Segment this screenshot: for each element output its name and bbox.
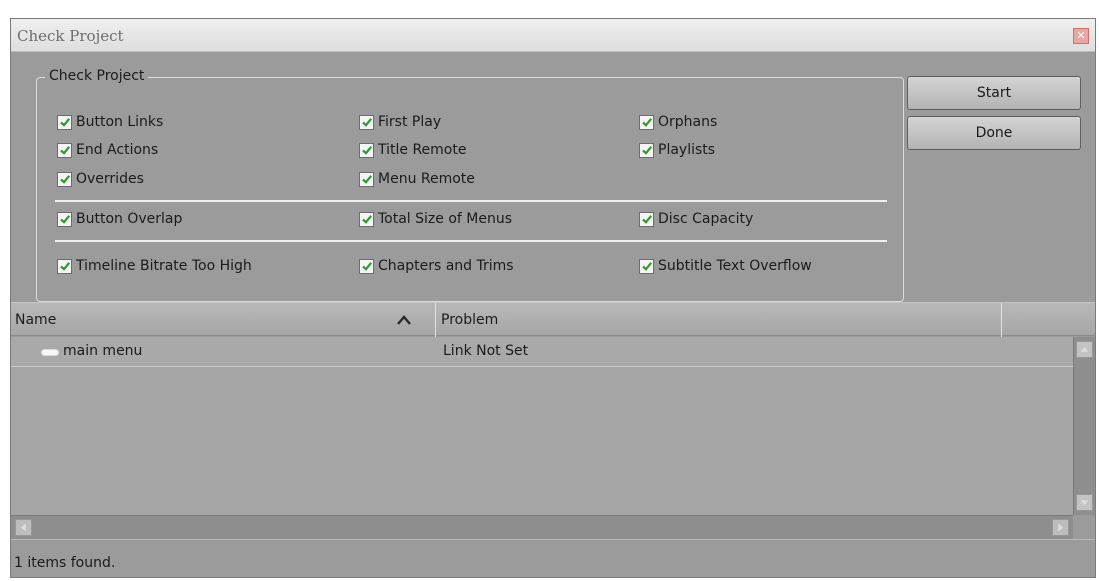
check-mark-icon: [641, 262, 652, 271]
check-mark-icon: [361, 262, 372, 271]
check-mark-icon: [59, 175, 70, 184]
check-mark-icon: [641, 146, 652, 155]
checkbox-box[interactable]: [359, 258, 374, 274]
results-table-header: Name Problem: [11, 302, 1095, 337]
checkbox-button-overlap[interactable]: Button Overlap: [57, 211, 182, 227]
check-mark-icon: [59, 262, 70, 271]
checkbox-label: End Actions: [76, 142, 159, 158]
checkbox-title-remote[interactable]: Title Remote: [359, 142, 466, 158]
scroll-down-button[interactable]: [1076, 494, 1093, 511]
checkbox-box[interactable]: [359, 114, 374, 130]
checkbox-end-actions[interactable]: End Actions: [57, 142, 158, 158]
checkbox-label: Overrides: [76, 171, 144, 187]
checkbox-box[interactable]: [57, 258, 72, 274]
scrollbar-corner: [1073, 515, 1095, 539]
column-divider[interactable]: [435, 303, 436, 337]
checkbox-label: Menu Remote: [378, 171, 475, 187]
checkbox-label: Total Size of Menus: [378, 211, 513, 227]
scroll-down-icon: [1080, 500, 1089, 506]
check-mark-icon: [641, 215, 652, 224]
checkbox-label: Disc Capacity: [658, 211, 754, 227]
results-table-body: main menu Link Not Set: [11, 337, 1073, 515]
checkbox-total-size-of-menus[interactable]: Total Size of Menus: [359, 211, 512, 227]
checkbox-first-play[interactable]: First Play: [359, 114, 441, 130]
scroll-left-button[interactable]: [15, 519, 32, 536]
group-label: Check Project: [45, 68, 149, 84]
check-project-dialog: Check Project ✕ Check Project Button Lin…: [10, 18, 1096, 578]
scroll-right-icon: [1058, 523, 1064, 532]
start-button[interactable]: Start: [907, 76, 1081, 110]
checkbox-box[interactable]: [359, 211, 374, 227]
menu-icon: [41, 349, 59, 356]
checkbox-timeline-bitrate[interactable]: Timeline Bitrate Too High: [57, 258, 252, 274]
scroll-up-button[interactable]: [1076, 341, 1093, 358]
separator: [55, 200, 887, 202]
checkbox-playlists[interactable]: Playlists: [639, 142, 715, 158]
checkbox-label: Title Remote: [378, 142, 467, 158]
check-mark-icon: [361, 118, 372, 127]
scroll-left-icon: [20, 523, 26, 532]
checkbox-box[interactable]: [57, 142, 72, 158]
status-bar: 1 items found.: [11, 539, 1095, 577]
checkbox-label: Playlists: [658, 142, 716, 158]
cell-name: main menu: [63, 343, 143, 359]
title-bar: Check Project ✕: [11, 19, 1095, 52]
checkbox-box[interactable]: [639, 142, 654, 158]
checkbox-box[interactable]: [359, 171, 374, 187]
status-text: 1 items found.: [14, 555, 116, 571]
check-mark-icon: [59, 215, 70, 224]
check-mark-icon: [59, 118, 70, 127]
checkbox-orphans[interactable]: Orphans: [639, 114, 717, 130]
check-mark-icon: [641, 118, 652, 127]
window-title: Check Project: [17, 27, 124, 45]
check-mark-icon: [361, 215, 372, 224]
column-header-problem[interactable]: Problem: [441, 303, 498, 337]
checkbox-box[interactable]: [57, 211, 72, 227]
checkbox-label: Subtitle Text Overflow: [658, 258, 812, 274]
checkbox-label: Chapters and Trims: [378, 258, 514, 274]
checkbox-box[interactable]: [639, 114, 654, 130]
column-divider[interactable]: [1001, 303, 1002, 337]
checkbox-label: Button Links: [76, 114, 164, 130]
checkbox-box[interactable]: [359, 142, 374, 158]
check-mark-icon: [361, 146, 372, 155]
checkbox-box[interactable]: [57, 114, 72, 130]
horizontal-scrollbar[interactable]: [11, 515, 1073, 539]
checkbox-chapters-and-trims[interactable]: Chapters and Trims: [359, 258, 514, 274]
checkbox-box[interactable]: [57, 171, 72, 187]
done-button[interactable]: Done: [907, 116, 1081, 150]
cell-problem: Link Not Set: [443, 343, 529, 359]
checkbox-box[interactable]: [639, 258, 654, 274]
scroll-right-button[interactable]: [1052, 519, 1069, 536]
checkbox-disc-capacity[interactable]: Disc Capacity: [639, 211, 753, 227]
checkbox-label: Button Overlap: [76, 211, 183, 227]
scroll-up-icon: [1080, 346, 1089, 352]
checkbox-overrides[interactable]: Overrides: [57, 171, 144, 187]
checkbox-menu-remote[interactable]: Menu Remote: [359, 171, 475, 187]
check-mark-icon: [361, 175, 372, 184]
table-row[interactable]: main menu Link Not Set: [11, 337, 1073, 367]
separator: [55, 240, 887, 242]
close-icon[interactable]: ✕: [1073, 28, 1089, 44]
checkbox-label: Orphans: [658, 114, 718, 130]
checkbox-box[interactable]: [639, 211, 654, 227]
checkbox-label: Timeline Bitrate Too High: [76, 258, 252, 274]
sort-ascending-icon[interactable]: [396, 313, 412, 327]
checkbox-subtitle-text-overflow[interactable]: Subtitle Text Overflow: [639, 258, 812, 274]
checkbox-label: First Play: [378, 114, 442, 130]
vertical-scrollbar[interactable]: [1073, 337, 1095, 515]
column-header-name[interactable]: Name: [15, 303, 56, 337]
checkbox-button-links[interactable]: Button Links: [57, 114, 163, 130]
check-mark-icon: [59, 146, 70, 155]
